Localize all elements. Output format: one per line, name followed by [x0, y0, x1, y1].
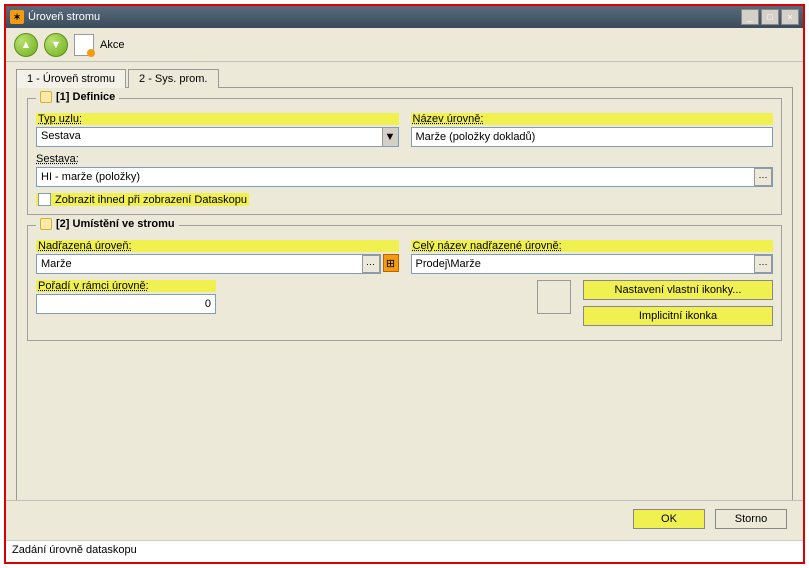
nadrazena-uroven-label: Nadřazená úroveň:	[36, 240, 399, 252]
minimize-button[interactable]: _	[741, 9, 759, 25]
sestava-input[interactable]	[36, 167, 773, 187]
typ-uzlu-dropdown-icon[interactable]: ▼	[382, 128, 398, 146]
icon-preview	[537, 280, 571, 314]
nastaveni-ikonky-button[interactable]: Nastavení vlastní ikonky...	[583, 280, 773, 300]
implicitni-ikonka-button[interactable]: Implicitní ikonka	[583, 306, 773, 326]
zobrazit-ihned-label: Zobrazit ihned při zobrazení Dataskopu	[55, 194, 247, 206]
window-title: Úroveň stromu	[28, 11, 100, 23]
typ-uzlu-label: Typ uzlu:	[36, 113, 399, 125]
poradi-label: Pořadí v rámci úrovně:	[36, 280, 216, 292]
ok-button[interactable]: OK	[633, 509, 705, 529]
cely-nazev-input[interactable]	[411, 254, 774, 274]
actions-label[interactable]: Akce	[100, 39, 124, 51]
section1-legend: [1] Definice	[56, 91, 115, 103]
maximize-button[interactable]: □	[761, 9, 779, 25]
app-icon: ✶	[10, 10, 24, 24]
sestava-label: Sestava:	[36, 153, 773, 165]
move-down-button[interactable]: ▼	[44, 33, 68, 57]
tab-uroven-stromu[interactable]: 1 - Úroveň stromu	[16, 69, 126, 88]
close-button[interactable]: ×	[781, 9, 799, 25]
typ-uzlu-select[interactable]: Sestava	[36, 127, 399, 147]
move-up-button[interactable]: ▲	[14, 33, 38, 57]
poradi-input[interactable]	[36, 294, 216, 314]
sestava-browse-button[interactable]: ⋯	[754, 168, 772, 186]
zobrazit-ihned-checkbox[interactable]	[38, 193, 51, 206]
nazev-urovne-input[interactable]	[411, 127, 774, 147]
section-icon	[40, 218, 52, 230]
tab-sys-prom[interactable]: 2 - Sys. prom.	[128, 69, 218, 88]
section2-legend: [2] Umístění ve stromu	[56, 218, 175, 230]
nazev-urovne-label: Název úrovně:	[411, 113, 774, 125]
nadrazena-uroven-input[interactable]	[36, 254, 381, 274]
status-bar: Zadání úrovně dataskopu	[6, 540, 803, 562]
cancel-button[interactable]: Storno	[715, 509, 787, 529]
section-icon	[40, 91, 52, 103]
cely-nazev-label: Celý název nadřazené úrovně:	[411, 240, 774, 252]
document-icon[interactable]	[74, 34, 94, 56]
tree-picker-icon[interactable]: ⊞	[383, 254, 399, 272]
cely-nazev-browse-button[interactable]: ⋯	[754, 255, 772, 273]
nadrazena-browse-button[interactable]: ⋯	[362, 255, 380, 273]
